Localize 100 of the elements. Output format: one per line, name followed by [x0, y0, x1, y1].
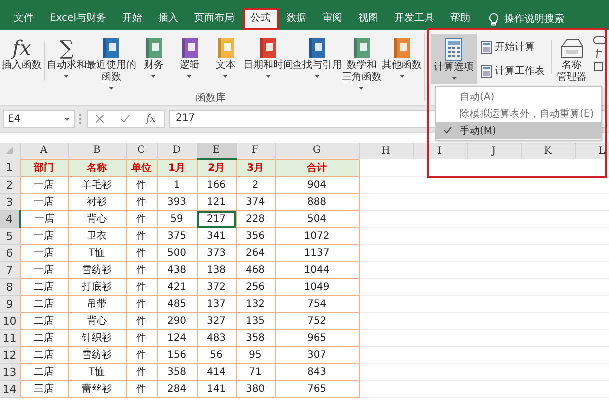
column-header[interactable]: L [575, 143, 609, 159]
calculation-options-button[interactable]: 计算选项 [431, 34, 477, 84]
ribbon-button[interactable]: ∑ 自动求和 [46, 36, 87, 91]
table-cell: 吊带 [68, 296, 126, 312]
table-cell: 752 [275, 312, 359, 330]
ribbon-tab[interactable]: 开始 [114, 8, 150, 30]
row-header[interactable]: 13 [0, 364, 20, 380]
table-cell: 137 [197, 296, 236, 312]
function-icon: ∑ [60, 36, 74, 60]
ribbon-tab[interactable]: Excel与财务 [42, 8, 114, 30]
table-cell: 380 [236, 380, 275, 398]
ribbon-button[interactable]: 查找与引用 [292, 36, 342, 91]
ribbon-tab[interactable]: 插入 [150, 8, 186, 30]
table-cell: 421 [157, 278, 197, 296]
table-cell: 1137 [275, 244, 359, 262]
column-header[interactable]: J [467, 143, 521, 159]
ribbon-button[interactable]: 计算工作表 [481, 64, 545, 78]
column-header[interactable]: B [68, 143, 126, 159]
table-cell: 名称 [68, 159, 126, 176]
column-header[interactable]: G [275, 143, 359, 159]
ribbon-button[interactable]: fx 插入函数 [2, 36, 42, 91]
row-header[interactable]: 6 [0, 244, 20, 262]
table-cell: 256 [236, 278, 275, 296]
row-header[interactable]: 5 [0, 228, 20, 244]
ribbon-tab[interactable]: 审阅 [314, 8, 350, 30]
table-cell: T恤 [68, 244, 126, 262]
column-header[interactable]: D [157, 143, 197, 159]
table-cell: 341 [197, 228, 236, 244]
menu-item[interactable]: 手动(M) [436, 122, 601, 139]
row-header[interactable]: 12 [0, 346, 20, 364]
row-header[interactable]: 14 [0, 380, 20, 398]
column-header[interactable]: F [236, 143, 275, 159]
tell-me-search[interactable]: 操作说明搜索 [504, 12, 564, 26]
ribbon-tab[interactable]: 页面布局 [186, 8, 242, 30]
row-header[interactable]: 9 [0, 296, 20, 312]
table-cell: 95 [236, 346, 275, 364]
row-header[interactable]: 11 [0, 330, 20, 346]
row-header[interactable]: 7 [0, 262, 20, 278]
ribbon-button[interactable]: 开始计算 [481, 40, 545, 54]
column-header[interactable]: K [521, 143, 575, 159]
table-cell: 372 [197, 278, 236, 296]
column-header[interactable]: I [413, 143, 467, 159]
table-cell: 1049 [275, 278, 359, 296]
name-manager-button[interactable]: 名称 管理器 [554, 34, 590, 84]
name-box[interactable]: E4 [3, 110, 75, 128]
table-cell: 卫衣 [68, 228, 126, 244]
table-cell: 件 [126, 346, 157, 364]
insert-function-button[interactable]: fx [146, 114, 156, 124]
table-cell: 件 [126, 364, 157, 380]
row-header[interactable]: 3 [0, 194, 20, 210]
menu-item[interactable]: 自动(A) [436, 88, 601, 105]
table-cell: 件 [126, 210, 157, 228]
column-header[interactable]: E [197, 143, 236, 159]
table-cell: 393 [157, 194, 197, 210]
ribbon-tab[interactable]: 文件 [6, 8, 42, 30]
ribbon-button[interactable]: 财务 [136, 36, 172, 91]
table-cell: 打底衫 [68, 278, 126, 296]
table-cell: 羊毛衫 [68, 176, 126, 194]
row-header[interactable]: 2 [0, 176, 20, 194]
table-cell: 一店 [20, 244, 68, 262]
table-cell: 1072 [275, 228, 359, 244]
ribbon-tab[interactable]: 帮助 [442, 8, 478, 30]
ribbon-button[interactable]: 日期和时间 [244, 36, 293, 91]
table-cell: 888 [275, 194, 359, 210]
table-cell: 1 [157, 176, 197, 194]
table-cell: 468 [236, 262, 275, 278]
ribbon-button[interactable]: 数学和 三角函数 [342, 36, 382, 91]
table-cell: 121 [197, 194, 236, 210]
table-cell: 135 [236, 312, 275, 330]
ribbon-button[interactable]: 文本 [208, 36, 244, 91]
ribbon-tab[interactable]: 公式 [242, 8, 278, 30]
table-cell: 件 [126, 278, 157, 296]
table-cell: 件 [126, 194, 157, 210]
table-cell: 一店 [20, 194, 68, 210]
row-header[interactable]: 4 [0, 210, 20, 228]
table-cell: 1044 [275, 262, 359, 278]
table-cell: 二店 [20, 296, 68, 312]
ribbon-tab[interactable]: 数据 [278, 8, 314, 30]
table-cell: 132 [236, 296, 275, 312]
table-cell: 部门 [20, 159, 68, 176]
column-header[interactable]: C [126, 143, 157, 159]
ribbon-button[interactable]: 逻辑 [172, 36, 208, 91]
table-cell: 156 [157, 346, 197, 364]
table-cell: 56 [197, 346, 236, 364]
function-icon: fx [12, 36, 32, 60]
ribbon-button[interactable]: 其他函数 [382, 36, 422, 91]
table-cell: 件 [126, 176, 157, 194]
ribbon-tab[interactable]: 视图 [350, 8, 386, 30]
row-header[interactable]: 8 [0, 278, 20, 296]
table-cell: 针织衫 [68, 330, 126, 346]
row-header[interactable]: 1 [0, 159, 20, 176]
table-cell: 290 [157, 312, 197, 330]
ribbon-tab[interactable]: 开发工具 [386, 8, 442, 30]
table-cell: 衬衫 [68, 194, 126, 210]
row-header[interactable]: 10 [0, 312, 20, 330]
table-cell: 904 [275, 176, 359, 194]
ribbon-button[interactable]: 最近使用的 函数 [86, 36, 136, 91]
column-header[interactable]: A [20, 143, 68, 159]
table-cell: 141 [197, 380, 236, 398]
column-header[interactable]: H [359, 143, 413, 159]
